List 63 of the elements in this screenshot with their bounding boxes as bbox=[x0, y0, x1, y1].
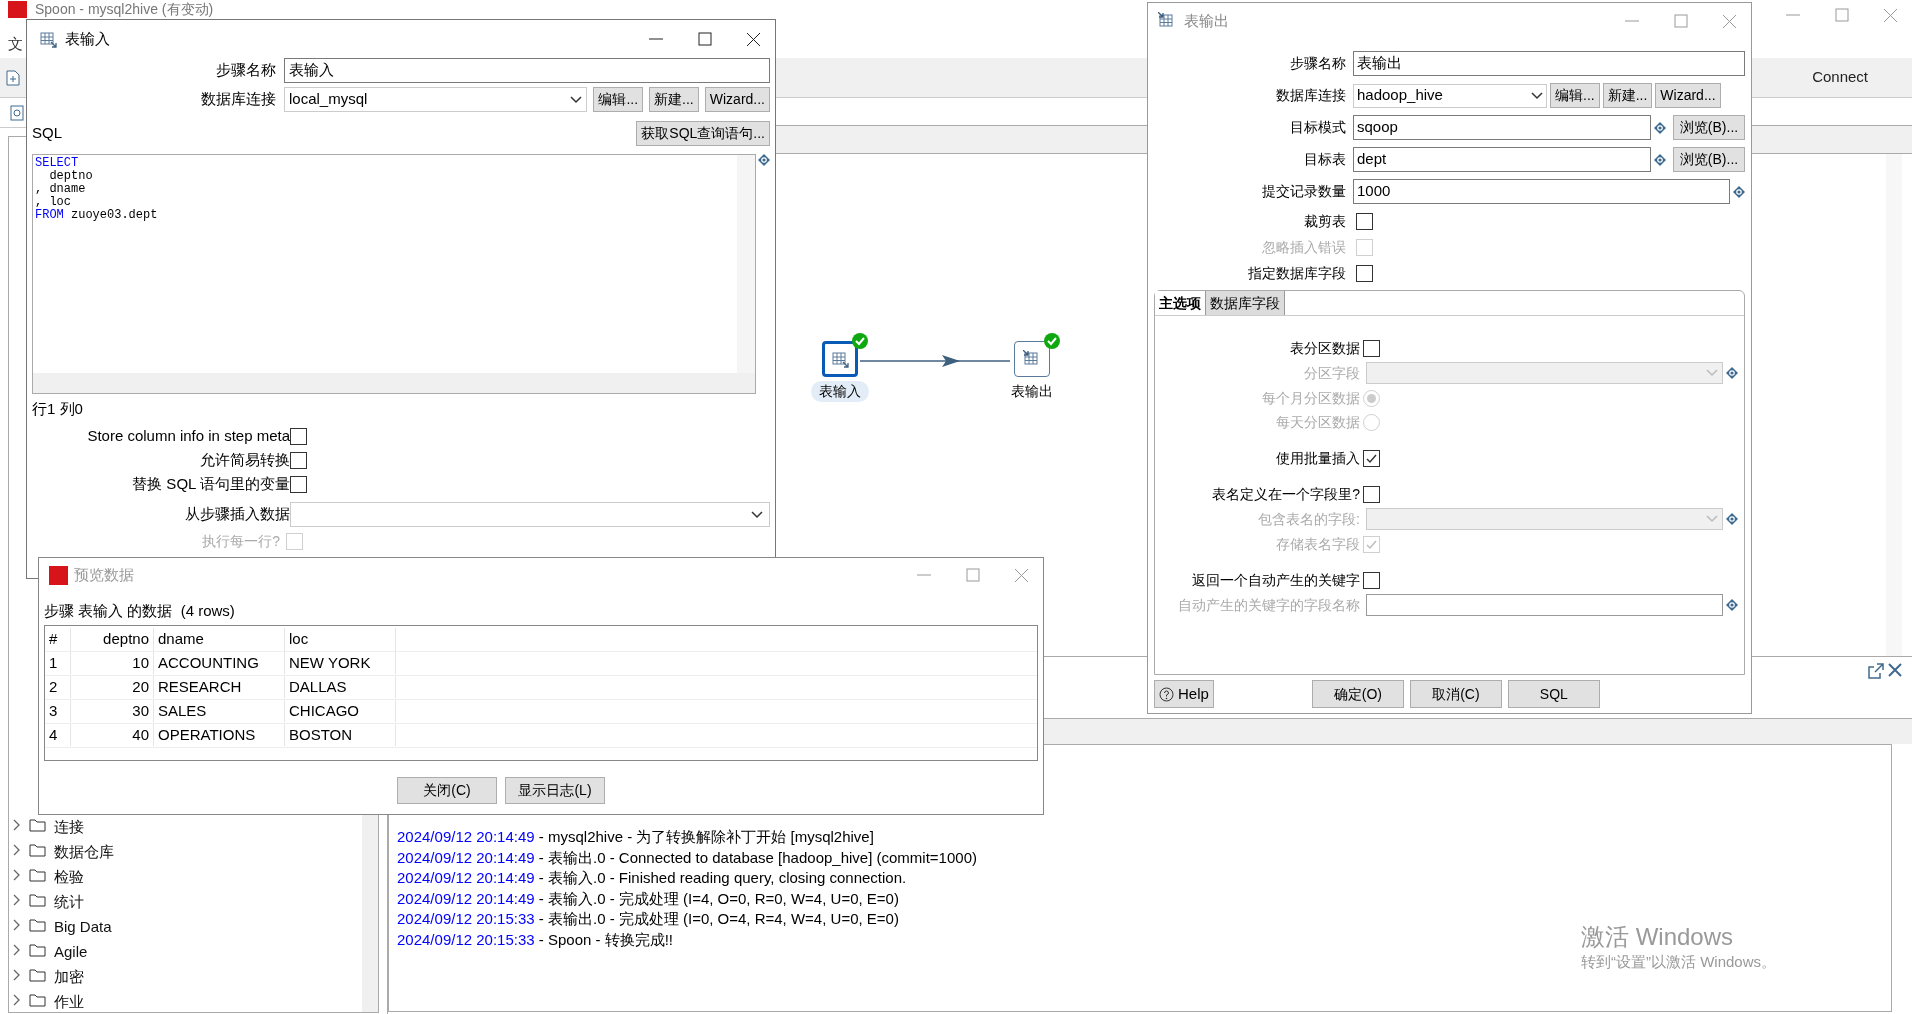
option-label: 返回一个自动产生的关键字 bbox=[1191, 570, 1361, 590]
option-label: 使用批量插入 bbox=[1275, 448, 1361, 468]
activation-subtitle: 转到“设置”以激活 Windows。 bbox=[1581, 952, 1776, 972]
log-line: 2024/09/12 20:14:49 - 表输入.0 - Finished reading query, closing connection. bbox=[397, 868, 907, 888]
cursor-position: 行1 列0 bbox=[32, 399, 84, 419]
code-line: FROM zuoye03.dept bbox=[35, 209, 159, 222]
option-label: 表分区数据 bbox=[1289, 338, 1361, 358]
dialog-title: 表输出 bbox=[1184, 10, 1229, 31]
option-label: 允许简易转换 bbox=[199, 449, 290, 470]
window-title: Spoon - mysql2hive (有变动) bbox=[35, 1, 214, 18]
log-line: 2024/09/12 20:14:49 - 表输出.0 - Connected to database [hadoop_hive] (commit=1000) bbox=[397, 847, 977, 868]
field-label: 从步骤插入数据 bbox=[184, 504, 290, 525]
table-cell: 3 bbox=[45, 699, 71, 723]
option-label: Store column info in step meta bbox=[86, 425, 290, 446]
table-cell: 30 bbox=[71, 699, 154, 723]
table-cell: BOSTON bbox=[285, 723, 396, 747]
option-label: 包含表名的字段: bbox=[1257, 509, 1361, 529]
field-label: 目标模式 bbox=[1289, 118, 1347, 137]
table-cell: 4 bbox=[45, 723, 71, 747]
table-cell: 2 bbox=[45, 675, 71, 699]
option-label: 指定数据库字段 bbox=[1247, 264, 1347, 283]
option-label: 忽略插入错误 bbox=[1261, 238, 1347, 257]
step-label: 表输出 bbox=[1010, 382, 1054, 401]
option-label: 存储表名字段 bbox=[1275, 534, 1361, 554]
sql-label: SQL bbox=[32, 122, 62, 143]
field-label: 步骤名称 bbox=[215, 60, 277, 81]
table-cell: CHICAGO bbox=[285, 699, 396, 723]
field-label: 提交记录数量 bbox=[1261, 182, 1347, 201]
log-line: 2024/09/12 20:14:49 - 表输入.0 - 完成处理 (I=4, O=0, R=0, W=4, U=0, E=0) bbox=[397, 888, 899, 909]
log-line: 2024/09/12 20:14:49 - mysql2hive - 为了转换解除补丁开始 [mysql2hive] bbox=[397, 827, 874, 847]
option-label: 分区字段 bbox=[1303, 363, 1361, 383]
option-label: 每个月分区数据 bbox=[1261, 388, 1361, 408]
field-label: 目标表 bbox=[1303, 150, 1347, 169]
table-cell: 10 bbox=[71, 651, 154, 675]
code-line: deptno bbox=[48, 170, 94, 183]
log-line: 2024/09/12 20:15:33 - 表输出.0 - 完成处理 (I=0, O=4, R=4, W=4, U=0, E=0) bbox=[397, 909, 899, 929]
option-label: 自动产生的关键字的字段名称 bbox=[1177, 595, 1361, 615]
table-cell: DALLAS bbox=[285, 675, 396, 699]
option-label: 执行每一行? bbox=[201, 531, 281, 551]
activation-title: 激活 Windows bbox=[1581, 923, 1735, 951]
dialog-title: 表输入 bbox=[65, 28, 110, 49]
table-cell: ACCOUNTING bbox=[154, 651, 285, 675]
code-line: SELECT bbox=[35, 157, 80, 170]
table-cell: SALES bbox=[154, 699, 285, 723]
table-cell: NEW YORK bbox=[285, 651, 396, 675]
option-label: 替换 SQL 语句里的变量 bbox=[131, 473, 290, 494]
table-cell: RESEARCH bbox=[154, 675, 285, 699]
step-label: 表输入 bbox=[811, 381, 869, 402]
table-cell: OPERATIONS bbox=[154, 723, 285, 747]
field-label: 数据库连接 bbox=[1275, 86, 1347, 105]
dialog-title: 预览数据 bbox=[74, 564, 134, 585]
log-line: 2024/09/12 20:15:33 - Spoon - 转换完成!! bbox=[397, 929, 673, 950]
field-label: 数据库连接 bbox=[200, 89, 277, 110]
option-label: 裁剪表 bbox=[1303, 212, 1347, 231]
table-cell: 1 bbox=[45, 651, 71, 675]
code-line: , dname bbox=[35, 183, 87, 196]
preview-caption: 步骤 表输入 的数据 (4 rows) bbox=[43, 601, 236, 621]
option-label: 每天分区数据 bbox=[1275, 412, 1361, 432]
field-label: 步骤名称 bbox=[1289, 54, 1347, 73]
code-line: , loc bbox=[35, 196, 72, 209]
table-cell: 40 bbox=[71, 723, 154, 747]
option-label: 表名定义在一个字段里? bbox=[1211, 484, 1361, 504]
table-cell: 20 bbox=[71, 675, 154, 699]
